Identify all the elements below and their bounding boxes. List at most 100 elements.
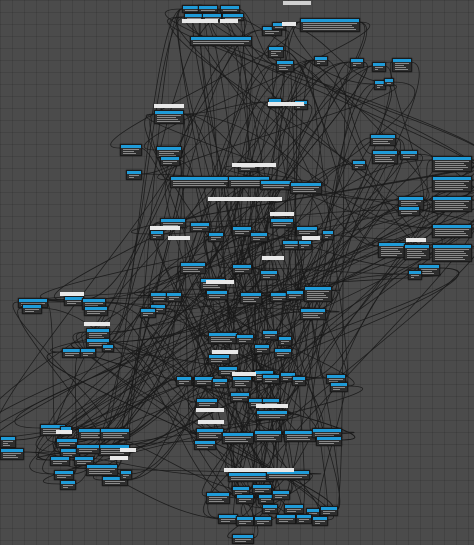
node-header[interactable] (181, 263, 205, 266)
node-port-row[interactable] (193, 227, 207, 228)
node-header[interactable] (399, 197, 423, 200)
node-port-row[interactable] (169, 299, 174, 300)
graph-node[interactable] (0, 448, 24, 460)
graph-node[interactable] (208, 354, 230, 364)
node-port-row[interactable] (235, 539, 251, 540)
node-port-row[interactable] (199, 433, 221, 434)
node-port-row[interactable] (265, 381, 272, 382)
node-port-row[interactable] (373, 141, 388, 142)
node-header[interactable] (313, 517, 327, 520)
node-header[interactable] (405, 245, 429, 248)
node-port-row[interactable] (293, 187, 319, 188)
graph-node[interactable] (290, 182, 322, 194)
node-port-row[interactable] (275, 497, 282, 498)
node-header[interactable] (261, 181, 291, 184)
node-port-row[interactable] (123, 153, 136, 154)
graph-node[interactable] (272, 490, 290, 500)
node-header[interactable] (313, 429, 341, 432)
node-port-row[interactable] (381, 253, 402, 254)
node-port-row[interactable] (103, 435, 122, 436)
node-port-row[interactable] (411, 275, 419, 276)
node-port-row[interactable] (303, 317, 320, 318)
node-port-row[interactable] (435, 207, 468, 208)
graph-node[interactable] (64, 296, 84, 306)
graph-node[interactable] (76, 444, 100, 454)
node-port-row[interactable] (299, 231, 315, 232)
node-port-row[interactable] (435, 187, 468, 188)
node-header[interactable] (55, 471, 73, 474)
node-port-row[interactable] (221, 521, 230, 522)
node-port-row[interactable] (163, 223, 183, 224)
node-port-row[interactable] (159, 151, 179, 152)
node-header[interactable] (197, 429, 223, 432)
node-port-row[interactable] (435, 231, 464, 232)
graph-node[interactable] (170, 176, 232, 188)
graph-node[interactable] (384, 78, 394, 86)
node-port-row[interactable] (275, 27, 283, 28)
node-port-row[interactable] (173, 185, 226, 186)
graph-node[interactable] (350, 58, 364, 68)
node-port-row[interactable] (283, 379, 288, 380)
node-header[interactable] (209, 355, 229, 358)
node-port-row[interactable] (157, 121, 180, 122)
graph-node[interactable] (120, 144, 142, 156)
node-port-row[interactable] (271, 53, 276, 54)
node-port-row[interactable] (263, 185, 289, 186)
node-port-row[interactable] (435, 181, 469, 182)
node-port-row[interactable] (273, 225, 286, 226)
node-header[interactable] (1, 449, 23, 452)
node-header[interactable] (241, 293, 261, 296)
node-port-row[interactable] (199, 437, 218, 438)
node-header[interactable] (51, 457, 69, 460)
node-port-row[interactable] (287, 437, 308, 438)
node-port-row[interactable] (157, 119, 178, 120)
graph-node[interactable] (378, 242, 406, 258)
graph-node[interactable] (86, 464, 118, 476)
node-port-row[interactable] (403, 157, 410, 158)
node-port-row[interactable] (77, 463, 86, 464)
node-port-row[interactable] (315, 433, 339, 434)
node-port-row[interactable] (201, 10, 215, 11)
node-port-row[interactable] (225, 439, 246, 440)
graph-node[interactable] (276, 60, 294, 72)
node-port-row[interactable] (303, 29, 356, 30)
node-port-row[interactable] (211, 337, 235, 338)
node-header[interactable] (373, 63, 385, 66)
node-header[interactable] (433, 157, 471, 160)
node-port-row[interactable] (319, 443, 334, 444)
node-port-row[interactable] (159, 153, 174, 154)
graph-node[interactable] (300, 308, 326, 320)
node-port-row[interactable] (261, 499, 271, 500)
node-port-row[interactable] (89, 473, 112, 474)
node-header[interactable] (237, 495, 253, 498)
node-header[interactable] (257, 411, 287, 414)
node-port-row[interactable] (197, 383, 206, 384)
node-port-row[interactable] (57, 477, 66, 478)
graph-node[interactable] (232, 264, 252, 274)
node-port-row[interactable] (307, 293, 324, 294)
node-header[interactable] (19, 299, 47, 302)
node-port-row[interactable] (101, 451, 122, 452)
node-header[interactable] (209, 333, 237, 336)
graph-node[interactable] (22, 304, 42, 314)
graph-node[interactable] (296, 226, 318, 236)
graph-node[interactable] (196, 398, 218, 408)
node-header[interactable] (209, 233, 223, 236)
node-port-row[interactable] (287, 511, 296, 512)
node-graph-canvas[interactable] (0, 0, 474, 545)
node-port-row[interactable] (103, 433, 127, 434)
node-port-row[interactable] (215, 383, 225, 384)
node-port-row[interactable] (253, 239, 260, 240)
graph-node[interactable] (140, 308, 156, 318)
node-port-row[interactable] (129, 175, 139, 176)
graph-node[interactable] (260, 180, 292, 190)
node-port-row[interactable] (299, 233, 310, 234)
node-port-row[interactable] (257, 523, 264, 524)
graph-node[interactable] (322, 230, 334, 240)
graph-node[interactable] (320, 506, 338, 516)
node-header[interactable] (81, 349, 95, 352)
node-port-row[interactable] (103, 437, 124, 438)
node-header[interactable] (63, 349, 81, 352)
graph-node[interactable] (292, 376, 306, 386)
node-header[interactable] (103, 345, 113, 348)
